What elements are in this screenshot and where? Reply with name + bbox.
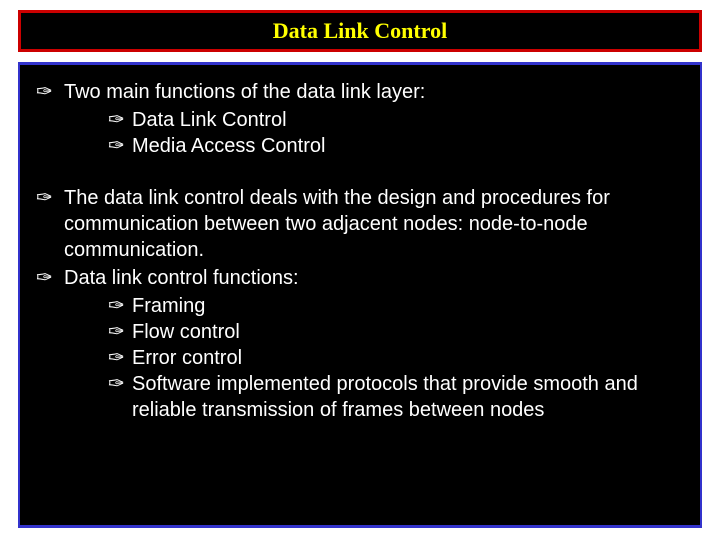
- bullet-text: The data link control deals with the des…: [64, 185, 682, 263]
- sub-bullet-item: ✑ Data Link Control: [34, 107, 682, 133]
- bullet-item: ✑ Data link control functions:: [34, 265, 682, 291]
- bullet-text: Two main functions of the data link laye…: [64, 79, 682, 105]
- sub-bullet-item: ✑ Media Access Control: [34, 133, 682, 159]
- bullet-icon: ✑: [34, 185, 64, 263]
- bullet-text: Error control: [132, 345, 682, 371]
- title-bar: Data Link Control: [18, 10, 702, 52]
- bullet-icon: ✑: [34, 265, 64, 291]
- sub-bullet-item: ✑ Framing: [34, 293, 682, 319]
- sub-bullet-item: ✑ Error control: [34, 345, 682, 371]
- slide: Data Link Control ✑ Two main functions o…: [0, 0, 720, 540]
- bullet-text: Software implemented protocols that prov…: [132, 371, 682, 423]
- bullet-text: Data link control functions:: [64, 265, 682, 291]
- slide-title: Data Link Control: [273, 18, 447, 44]
- bullet-icon: ✑: [108, 319, 132, 345]
- bullet-text: Data Link Control: [132, 107, 682, 133]
- body-panel: ✑ Two main functions of the data link la…: [18, 62, 702, 528]
- bullet-item: ✑ Two main functions of the data link la…: [34, 79, 682, 105]
- bullet-icon: ✑: [108, 107, 132, 133]
- bullet-text: Flow control: [132, 319, 682, 345]
- bullet-icon: ✑: [108, 133, 132, 159]
- spacer: [34, 159, 682, 185]
- bullet-icon: ✑: [108, 345, 132, 371]
- bullet-item: ✑ The data link control deals with the d…: [34, 185, 682, 263]
- bullet-text: Framing: [132, 293, 682, 319]
- sub-bullet-item: ✑ Software implemented protocols that pr…: [34, 371, 682, 423]
- bullet-text: Media Access Control: [132, 133, 682, 159]
- bullet-icon: ✑: [34, 79, 64, 105]
- bullet-icon: ✑: [108, 371, 132, 423]
- bullet-icon: ✑: [108, 293, 132, 319]
- sub-bullet-item: ✑ Flow control: [34, 319, 682, 345]
